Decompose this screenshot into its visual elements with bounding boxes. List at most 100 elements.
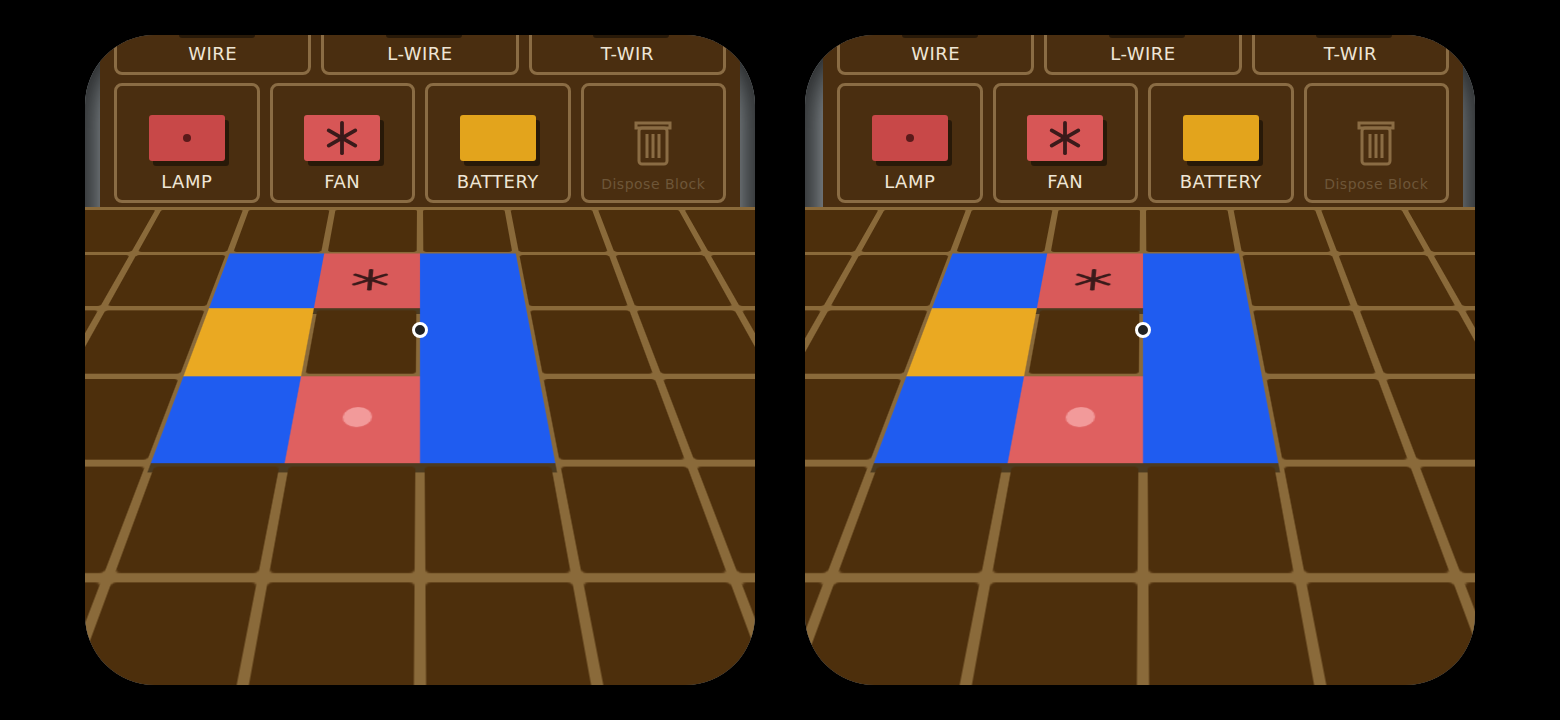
l-wire-block[interactable] <box>420 253 526 308</box>
l-wire-block[interactable] <box>420 376 555 463</box>
board-cell[interactable] <box>270 467 416 573</box>
l-wire-block[interactable] <box>1143 376 1278 463</box>
board-cell[interactable] <box>114 467 280 573</box>
board-cell[interactable] <box>1266 379 1407 460</box>
left-eye-view: WIRE L-WIRE T-WIR LAMP FAN BATTERY Dispo… <box>85 35 755 685</box>
fan-block[interactable] <box>314 253 420 308</box>
board-cell[interactable] <box>290 379 416 460</box>
board-cell[interactable] <box>911 310 1033 373</box>
board-cell[interactable] <box>1253 310 1375 373</box>
board-cell[interactable] <box>424 310 534 373</box>
wire-block[interactable] <box>1143 308 1262 376</box>
board-cell[interactable] <box>805 582 980 685</box>
board-cell[interactable] <box>1146 255 1244 306</box>
board-cell[interactable] <box>1029 310 1139 373</box>
palette-item[interactable]: FAN <box>993 83 1139 203</box>
board-cell[interactable] <box>1013 379 1139 460</box>
board-cell[interactable] <box>424 379 550 460</box>
board-cell[interactable] <box>805 310 927 373</box>
palette-row: LAMP FAN BATTERY Dispose Block <box>114 83 726 203</box>
board-cell[interactable] <box>188 310 310 373</box>
board-cell[interactable] <box>233 210 330 252</box>
board-cell[interactable] <box>1146 210 1235 252</box>
l-wire-block[interactable] <box>931 253 1047 308</box>
fan-block-icon <box>1027 115 1103 161</box>
board-cell[interactable] <box>830 255 948 306</box>
gaze-reticle-icon <box>412 322 428 338</box>
board-cell[interactable] <box>598 210 703 252</box>
board-cell[interactable] <box>156 379 297 460</box>
board-cell[interactable] <box>510 210 607 252</box>
board-cell[interactable] <box>423 210 512 252</box>
board-cell[interactable] <box>318 255 416 306</box>
board-cell[interactable] <box>138 210 243 252</box>
board-cell[interactable] <box>1283 467 1449 573</box>
battery-block[interactable] <box>906 308 1037 376</box>
board-cell[interactable] <box>425 467 571 573</box>
board-cell[interactable] <box>1147 379 1273 460</box>
board-cell[interactable] <box>993 467 1139 573</box>
board-cell[interactable] <box>861 210 966 252</box>
palette-item[interactable]: T-WIR <box>529 35 726 75</box>
block-palette: WIRE L-WIRE T-WIR LAMP FAN BATTERY Dispo… <box>100 35 740 217</box>
board-cell[interactable] <box>956 210 1053 252</box>
board-cell[interactable] <box>1041 255 1139 306</box>
board-cell[interactable] <box>879 379 1020 460</box>
palette-item[interactable]: WIRE <box>837 35 1034 75</box>
board-cell[interactable] <box>306 310 416 373</box>
palette-item[interactable]: L-WIRE <box>321 35 518 75</box>
board-cell[interactable] <box>1306 582 1475 685</box>
palette-item[interactable]: FAN <box>270 83 416 203</box>
palette-item[interactable]: Dispose Block <box>581 83 727 203</box>
lamp-block[interactable] <box>1008 376 1143 463</box>
board-cell[interactable] <box>107 255 225 306</box>
l-wire-block[interactable] <box>1143 253 1249 308</box>
board-cell[interactable] <box>519 255 627 306</box>
palette-item[interactable]: WIRE <box>114 35 311 75</box>
board-cell[interactable] <box>1321 210 1426 252</box>
board-cell[interactable] <box>1148 582 1321 685</box>
lamp-light-icon <box>1064 407 1095 427</box>
board-cell[interactable] <box>583 582 755 685</box>
board-cell[interactable] <box>213 255 321 306</box>
board-cell[interactable] <box>1051 210 1140 252</box>
board-cell[interactable] <box>560 467 726 573</box>
board-cell[interactable] <box>425 582 598 685</box>
board-cell[interactable] <box>936 255 1044 306</box>
palette-item[interactable]: LAMP <box>114 83 260 203</box>
trash-icon <box>1356 118 1396 166</box>
board-cell[interactable] <box>964 582 1137 685</box>
battery-block[interactable] <box>183 308 314 376</box>
board-cell[interactable] <box>328 210 417 252</box>
board-cell[interactable] <box>1359 310 1475 373</box>
board-cell[interactable] <box>1147 310 1257 373</box>
board-cell[interactable] <box>636 310 755 373</box>
board-cell[interactable] <box>241 582 414 685</box>
palette-item[interactable]: BATTERY <box>425 83 571 203</box>
palette-label: WIRE <box>188 43 237 64</box>
palette-label: Dispose Block <box>601 176 705 192</box>
board-cell[interactable] <box>530 310 652 373</box>
fan-block[interactable] <box>1037 253 1143 308</box>
l-wire-block[interactable] <box>208 253 324 308</box>
palette-item[interactable]: Dispose Block <box>1304 83 1450 203</box>
wire-block[interactable] <box>420 308 539 376</box>
palette-label: FAN <box>1047 171 1083 192</box>
board-cell[interactable] <box>543 379 684 460</box>
board-cell[interactable] <box>1233 210 1330 252</box>
lamp-block[interactable] <box>285 376 420 463</box>
palette-item[interactable]: L-WIRE <box>1044 35 1241 75</box>
board-cell[interactable] <box>423 255 521 306</box>
fan-blade-icon <box>346 268 392 292</box>
board-cell[interactable] <box>1242 255 1350 306</box>
palette-row: WIRE L-WIRE T-WIR <box>837 35 1449 75</box>
board-cell[interactable] <box>1148 467 1294 573</box>
palette-item[interactable]: T-WIR <box>1252 35 1449 75</box>
palette-label: L-WIRE <box>387 43 452 64</box>
board-cell[interactable] <box>85 582 257 685</box>
palette-label: L-WIRE <box>1110 43 1175 64</box>
board-cell[interactable] <box>837 467 1003 573</box>
lamp-dot-icon <box>906 134 914 142</box>
palette-item[interactable]: LAMP <box>837 83 983 203</box>
palette-item[interactable]: BATTERY <box>1148 83 1294 203</box>
